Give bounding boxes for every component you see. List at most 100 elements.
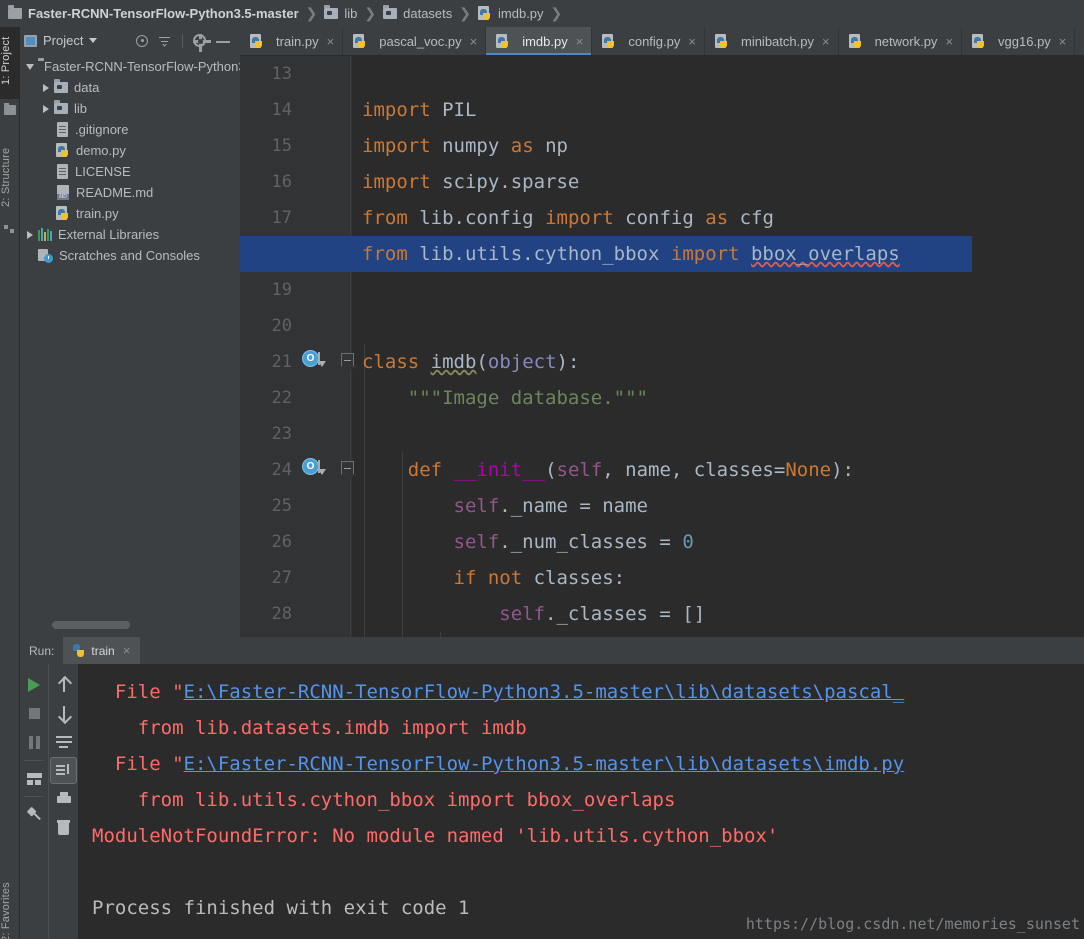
twisty-right-icon[interactable] bbox=[22, 231, 38, 239]
line-number: 28 bbox=[240, 604, 292, 624]
code-editor[interactable]: 13 14 15 16 17 18 19 20 21 22 23 24 25 2… bbox=[240, 56, 1084, 637]
editor-tab-label: vgg16.py bbox=[998, 34, 1051, 49]
tree-row[interactable]: train.py bbox=[20, 203, 240, 224]
close-icon[interactable]: × bbox=[822, 34, 830, 49]
editor-tab-vgg16[interactable]: vgg16.py × bbox=[962, 27, 1075, 55]
scroll-to-end-button[interactable] bbox=[50, 757, 77, 784]
breadcrumb-item-project[interactable]: Faster-RCNN-TensorFlow-Python3.5-master bbox=[8, 6, 299, 21]
tree-item-label: External Libraries bbox=[58, 227, 159, 242]
breadcrumb-label: datasets bbox=[403, 6, 452, 21]
editor-tab-imdb[interactable]: imdb.py × bbox=[486, 27, 592, 55]
close-icon[interactable]: × bbox=[688, 34, 696, 49]
close-icon[interactable]: × bbox=[327, 34, 335, 49]
console-file-link[interactable]: E:\Faster-RCNN-TensorFlow-Python3.5-mast… bbox=[184, 753, 905, 775]
editor-tab-label: train.py bbox=[276, 34, 319, 49]
twisty-right-icon[interactable] bbox=[38, 84, 54, 92]
editor-tab-minibatch[interactable]: minibatch.py × bbox=[705, 27, 839, 55]
watermark: https://blog.csdn.net/memories_sunset bbox=[746, 915, 1080, 933]
project-horizontal-scrollbar[interactable] bbox=[52, 621, 130, 629]
editor-tab-config[interactable]: config.py × bbox=[592, 27, 705, 55]
tree-row[interactable]: Scratches and Consoles bbox=[20, 245, 240, 266]
locate-icon[interactable] bbox=[136, 35, 148, 47]
collapse-all-icon[interactable] bbox=[158, 34, 172, 48]
tool-window-tab-favorites[interactable]: 2: Favorites bbox=[0, 872, 20, 939]
close-icon[interactable]: × bbox=[945, 34, 953, 49]
tree-row[interactable]: demo.py bbox=[20, 140, 240, 161]
run-toolbar-left-column bbox=[20, 664, 49, 939]
code-line-25: self._name = name bbox=[352, 488, 648, 524]
pause-icon bbox=[29, 736, 40, 749]
clear-all-button[interactable] bbox=[49, 813, 78, 842]
tool-window-tab-structure[interactable]: 2: Structure bbox=[0, 135, 20, 219]
console-text: File bbox=[92, 753, 172, 775]
toolbar-divider bbox=[24, 760, 44, 761]
breadcrumb-item-datasets[interactable]: datasets bbox=[383, 6, 452, 21]
settings-gear-icon[interactable] bbox=[193, 34, 206, 47]
code-line-16: import scipy.sparse bbox=[352, 164, 579, 200]
console-line: from lib.utils.cython_bbox import bbox_o… bbox=[78, 782, 675, 818]
stop-button[interactable] bbox=[20, 699, 49, 728]
pause-button[interactable] bbox=[20, 728, 49, 757]
twisty-down-icon[interactable] bbox=[22, 64, 38, 70]
console-line: from lib.datasets.imdb import imdb bbox=[78, 710, 527, 746]
editor-tab-label: pascal_voc.py bbox=[379, 34, 461, 49]
breadcrumb-label: imdb.py bbox=[498, 6, 544, 21]
tree-row[interactable]: lib bbox=[20, 98, 240, 119]
editor-tab-label: minibatch.py bbox=[741, 34, 814, 49]
layout-button[interactable] bbox=[20, 764, 49, 793]
editor-tab-network[interactable]: network.py × bbox=[839, 27, 962, 55]
tree-row[interactable]: LICENSE bbox=[20, 161, 240, 182]
tree-row[interactable]: .gitignore bbox=[20, 119, 240, 140]
twisty-right-icon[interactable] bbox=[38, 105, 54, 113]
code-line-20 bbox=[352, 308, 362, 344]
code-text-area[interactable]: import PIL import numpy as np import sci… bbox=[352, 56, 1084, 637]
run-tab-label: train bbox=[91, 644, 114, 658]
tree-item-label: README.md bbox=[76, 185, 153, 200]
folder-icon bbox=[383, 8, 397, 19]
breadcrumb-item-lib[interactable]: lib bbox=[324, 6, 357, 21]
chevron-down-icon[interactable] bbox=[89, 38, 97, 43]
run-class-gutter-icon[interactable]: O bbox=[302, 350, 319, 367]
tree-row[interactable]: data bbox=[20, 77, 240, 98]
run-configuration-tab[interactable]: train × bbox=[63, 637, 140, 664]
hide-icon[interactable] bbox=[216, 34, 230, 48]
python-file-icon bbox=[478, 6, 492, 21]
run-toolbar bbox=[20, 664, 78, 939]
tree-row[interactable]: Faster-RCNN-TensorFlow-Python3.5-master bbox=[20, 56, 240, 77]
line-number: 27 bbox=[240, 568, 292, 588]
stop-icon bbox=[29, 708, 40, 719]
code-line-19 bbox=[352, 272, 362, 308]
close-icon[interactable]: × bbox=[123, 643, 131, 658]
editor-gutter[interactable]: 13 14 15 16 17 18 19 20 21 22 23 24 25 2… bbox=[240, 56, 352, 637]
console-text: from lib.utils.cython_bbox import bbox_o… bbox=[92, 789, 675, 811]
print-button[interactable] bbox=[49, 784, 78, 813]
pin-tab-button[interactable] bbox=[20, 800, 49, 829]
code-line-18: from lib.utils.cython_bbox import bbox_o… bbox=[352, 236, 900, 272]
console-line: File "E:\Faster-RCNN-TensorFlow-Python3.… bbox=[78, 674, 904, 710]
console-text: File bbox=[92, 681, 172, 703]
close-icon[interactable]: × bbox=[470, 34, 478, 49]
toolbar-divider bbox=[24, 796, 44, 797]
line-number: 24 bbox=[240, 460, 292, 480]
breadcrumb-item-imdb[interactable]: imdb.py bbox=[478, 6, 544, 21]
tree-item-label: demo.py bbox=[76, 143, 126, 158]
code-line-15: import numpy as np bbox=[352, 128, 568, 164]
editor-tab-train[interactable]: train.py × bbox=[240, 27, 343, 55]
close-icon[interactable]: × bbox=[1059, 34, 1067, 49]
run-method-gutter-icon[interactable]: O bbox=[302, 458, 319, 475]
console-file-link[interactable]: E:\Faster-RCNN-TensorFlow-Python3.5-mast… bbox=[184, 681, 905, 703]
close-icon[interactable]: × bbox=[576, 34, 584, 49]
breadcrumb-separator: ❯ bbox=[551, 5, 563, 22]
soft-wrap-button[interactable] bbox=[49, 728, 78, 757]
run-console-output[interactable]: File "E:\Faster-RCNN-TensorFlow-Python3.… bbox=[78, 664, 1084, 939]
editor-tab-pascal-voc[interactable]: pascal_voc.py × bbox=[343, 27, 486, 55]
rerun-button[interactable] bbox=[20, 670, 49, 699]
code-line-14: import PIL bbox=[352, 92, 476, 128]
tree-row[interactable]: MD README.md bbox=[20, 182, 240, 203]
down-button[interactable] bbox=[49, 699, 78, 728]
scratches-icon bbox=[38, 249, 53, 263]
tree-row[interactable]: External Libraries bbox=[20, 224, 240, 245]
up-button[interactable] bbox=[49, 670, 78, 699]
console-text: Process finished with exit code 1 bbox=[92, 897, 470, 919]
tool-window-tab-project[interactable]: 1: Project bbox=[0, 27, 20, 99]
